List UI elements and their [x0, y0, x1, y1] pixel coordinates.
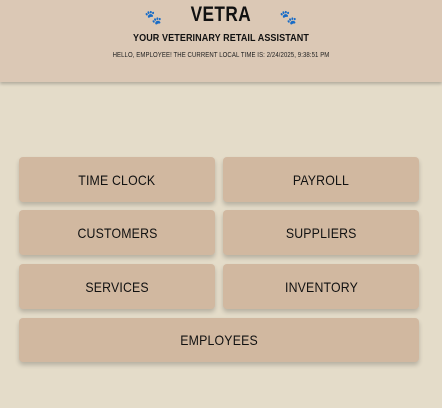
- customers-button[interactable]: CUSTOMERS: [19, 210, 215, 255]
- app-title: VETRA: [190, 3, 252, 26]
- suppliers-button[interactable]: SUPPLIERS: [223, 210, 419, 255]
- time-clock-button[interactable]: TIME CLOCK: [19, 157, 215, 202]
- paw-icon: 🐾: [144, 9, 163, 25]
- inventory-label: INVENTORY: [284, 278, 358, 295]
- services-button[interactable]: SERVICES: [19, 264, 215, 309]
- payroll-button[interactable]: PAYROLL: [223, 157, 419, 202]
- greeting-text: HELLO, EMPLOYEE! THE CURRENT LOCAL TIME …: [112, 52, 330, 59]
- suppliers-label: SUPPLIERS: [285, 224, 357, 241]
- paw-icon: 🐾: [279, 9, 298, 25]
- services-label: SERVICES: [85, 278, 149, 295]
- payroll-label: PAYROLL: [292, 171, 350, 188]
- app-subtitle: YOUR VETERINARY RETAIL ASSISTANT: [132, 32, 310, 44]
- customers-label: CUSTOMERS: [76, 224, 158, 241]
- app-header: 🐾 VETRA 🐾 YOUR VETERINARY RETAIL ASSISTA…: [0, 0, 442, 82]
- inventory-button[interactable]: INVENTORY: [223, 264, 419, 309]
- employees-label: EMPLOYEES: [180, 332, 258, 348]
- employees-button[interactable]: EMPLOYEES: [19, 318, 419, 362]
- brand-row: 🐾 VETRA 🐾: [0, 3, 442, 27]
- time-clock-label: TIME CLOCK: [78, 171, 156, 188]
